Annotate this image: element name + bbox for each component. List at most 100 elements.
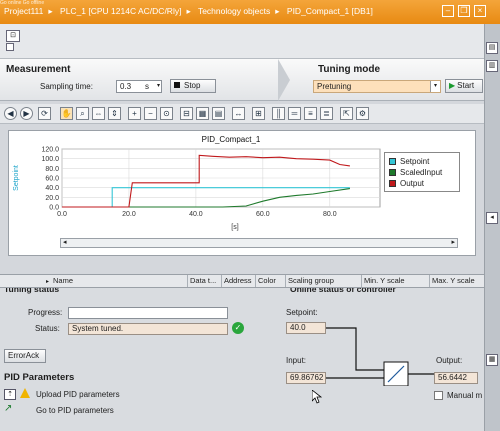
chevron-down-icon[interactable]: ▾ (157, 81, 160, 92)
breadcrumb-plc[interactable]: PLC_1 [CPU 1214C AC/DC/Rly] (60, 6, 181, 16)
chart-title: PID_Compact_1 (202, 135, 261, 144)
back-icon[interactable]: ◀ (4, 107, 17, 120)
legend-label: Output (400, 179, 425, 188)
small-dropdown-icon[interactable] (6, 43, 14, 51)
chart-toolbar: ◀ ▶ ⟳ ✋ ⌕ ⇔ ⇕ + − ⊙ ⊟ ▦ ▤ ↔ ⊞ ║ ═ ≡ ≣ ⇱ … (0, 104, 484, 124)
zoom-y-icon[interactable]: ⇕ (108, 107, 121, 120)
zoom-out-icon[interactable]: − (144, 107, 157, 120)
breadcrumb-project[interactable]: Project111 (4, 6, 43, 16)
grid-icon[interactable]: ▦ (196, 107, 209, 120)
progress-bar (68, 307, 228, 319)
chevron-down-icon[interactable]: ▾ (430, 81, 440, 92)
col-color[interactable]: Color (256, 275, 286, 287)
scroll-left-icon[interactable]: ◂ (63, 238, 67, 246)
align-left-icon[interactable]: ≡ (304, 107, 317, 120)
stop-label: Stop (184, 81, 201, 90)
zoom-x-icon[interactable]: ⇔ (92, 107, 105, 120)
table-icon[interactable]: ▤ (212, 107, 225, 120)
status-label: Status: (35, 324, 60, 333)
col-name-label: Name (53, 276, 74, 285)
collapse-icon[interactable]: ◂ (486, 212, 498, 224)
panel-icon-3[interactable]: ▦ (486, 354, 498, 366)
col-min-y-scale[interactable]: Min. Y scale (362, 275, 430, 287)
breadcrumb-pid[interactable]: PID_Compact_1 [DB1] (287, 6, 373, 16)
legend-swatch (389, 158, 396, 165)
chart-horizontal-scrollbar[interactable]: ◂ ▸ (60, 238, 458, 248)
breadcrumb-technology-objects[interactable]: Technology objects (198, 6, 270, 16)
setpoint-label: Setpoint: (286, 308, 318, 317)
measurement-title: Measurement (6, 64, 71, 75)
col-data-type[interactable]: Data t... (188, 275, 222, 287)
signal-table-header: ▸ Name Data t... Address Color Scaling gr… (0, 274, 484, 288)
panel-icon-2[interactable]: ▥ (486, 60, 498, 72)
pan-icon[interactable]: ✋ (60, 107, 73, 120)
col-scaling-group[interactable]: Scaling group (286, 275, 362, 287)
settings-icon[interactable]: ⚙ (356, 107, 369, 120)
close-icon[interactable]: × (474, 5, 486, 17)
bottom-panel: Tuning status Online status of controlle… (0, 288, 484, 431)
ruler-icon[interactable]: ⊟ (180, 107, 193, 120)
breadcrumb: Project111 ▸ PLC_1 [CPU 1214C AC/DC/Rly] ▸… (4, 6, 373, 16)
goto-arrow-icon[interactable]: ↗ (4, 404, 16, 415)
sampling-unit: s (145, 82, 149, 91)
cursor-icon[interactable]: ↔ (232, 107, 245, 120)
col-address[interactable]: Address (222, 275, 256, 287)
columns-icon[interactable]: ║ (272, 107, 285, 120)
right-side-strip: ▤ ▥ ◂ ▦ (484, 24, 500, 431)
legend-swatch (389, 180, 396, 187)
forward-icon[interactable]: ▶ (20, 107, 33, 120)
stop-icon (174, 82, 180, 88)
upload-pid-link[interactable]: Upload PID parameters (36, 390, 120, 399)
export-icon[interactable]: ⇱ (340, 107, 353, 120)
zoom-fit-icon[interactable]: ⊙ (160, 107, 173, 120)
input-label: Input: (286, 356, 307, 365)
title-bar: Go online Go offline Project111 ▸ PLC_1 [… (0, 0, 500, 24)
split-icon[interactable]: ⊞ (252, 107, 265, 120)
y-tick-label: 120.0 (41, 147, 59, 154)
x-tick-label: 20.0 (122, 211, 136, 218)
col-max-y-scale[interactable]: Max. Y scale (430, 275, 484, 287)
minimize-icon[interactable]: – (442, 5, 454, 17)
scroll-right-icon[interactable]: ▸ (451, 238, 455, 246)
zoom-area-icon[interactable]: ⌕ (76, 107, 89, 120)
tuning-mode-value: Pretuning (317, 82, 352, 91)
x-axis-label: [s] (231, 224, 238, 231)
device-icon[interactable]: ⊡ (6, 30, 20, 42)
input-value: 69.86762 (286, 372, 326, 384)
align-right-icon[interactable]: ≣ (320, 107, 333, 120)
upload-icon[interactable]: ⇡ (4, 389, 16, 400)
sampling-time-value: 0.3 (120, 82, 132, 91)
restore-icon[interactable]: ❐ (458, 5, 470, 17)
mouse-cursor-icon (312, 390, 322, 404)
manual-mode-label: Manual m (447, 391, 483, 400)
legend-item-output[interactable]: Output (389, 179, 424, 189)
play-icon: ▶ (449, 81, 456, 90)
warning-icon (20, 388, 30, 398)
expand-icon[interactable]: ▸ (46, 279, 49, 285)
stop-button[interactable]: Stop (170, 79, 216, 93)
panel-icon[interactable]: ▤ (486, 42, 498, 54)
output-label: Output: (436, 356, 463, 365)
tuning-mode-title: Tuning mode (318, 64, 381, 75)
col-name[interactable]: ▸ Name (44, 275, 188, 287)
tuning-mode-select[interactable]: Pretuning ▾ (313, 80, 441, 93)
measurement-bar: Measurement Sampling time: 0.3 s ▾ Stop … (0, 59, 484, 101)
setpoint-value: 40.0 (286, 322, 326, 334)
refresh-icon[interactable]: ⟳ (38, 107, 51, 120)
legend-item-scaledinput[interactable]: ScaledInput (389, 168, 442, 178)
goto-pid-link[interactable]: Go to PID parameters (36, 406, 114, 415)
start-button[interactable]: ▶ Start (445, 79, 483, 93)
y-tick-label: 80.0 (45, 166, 59, 173)
rows-icon[interactable]: ═ (288, 107, 301, 120)
y-tick-label: 40.0 (45, 185, 59, 192)
y-tick-label: 100.0 (41, 156, 59, 163)
check-icon: ✓ (232, 322, 244, 334)
sampling-time-field[interactable]: 0.3 s ▾ (116, 80, 162, 93)
zoom-in-icon[interactable]: + (128, 107, 141, 120)
online-status-heading: Online status of controller (290, 288, 396, 294)
legend-item-setpoint[interactable]: Setpoint (389, 157, 429, 167)
manual-mode-checkbox[interactable] (434, 391, 443, 400)
error-ack-button[interactable]: ErrorAck (4, 349, 46, 363)
panel-icon-row: ⊡ (0, 24, 484, 59)
legend-swatch (389, 169, 396, 176)
